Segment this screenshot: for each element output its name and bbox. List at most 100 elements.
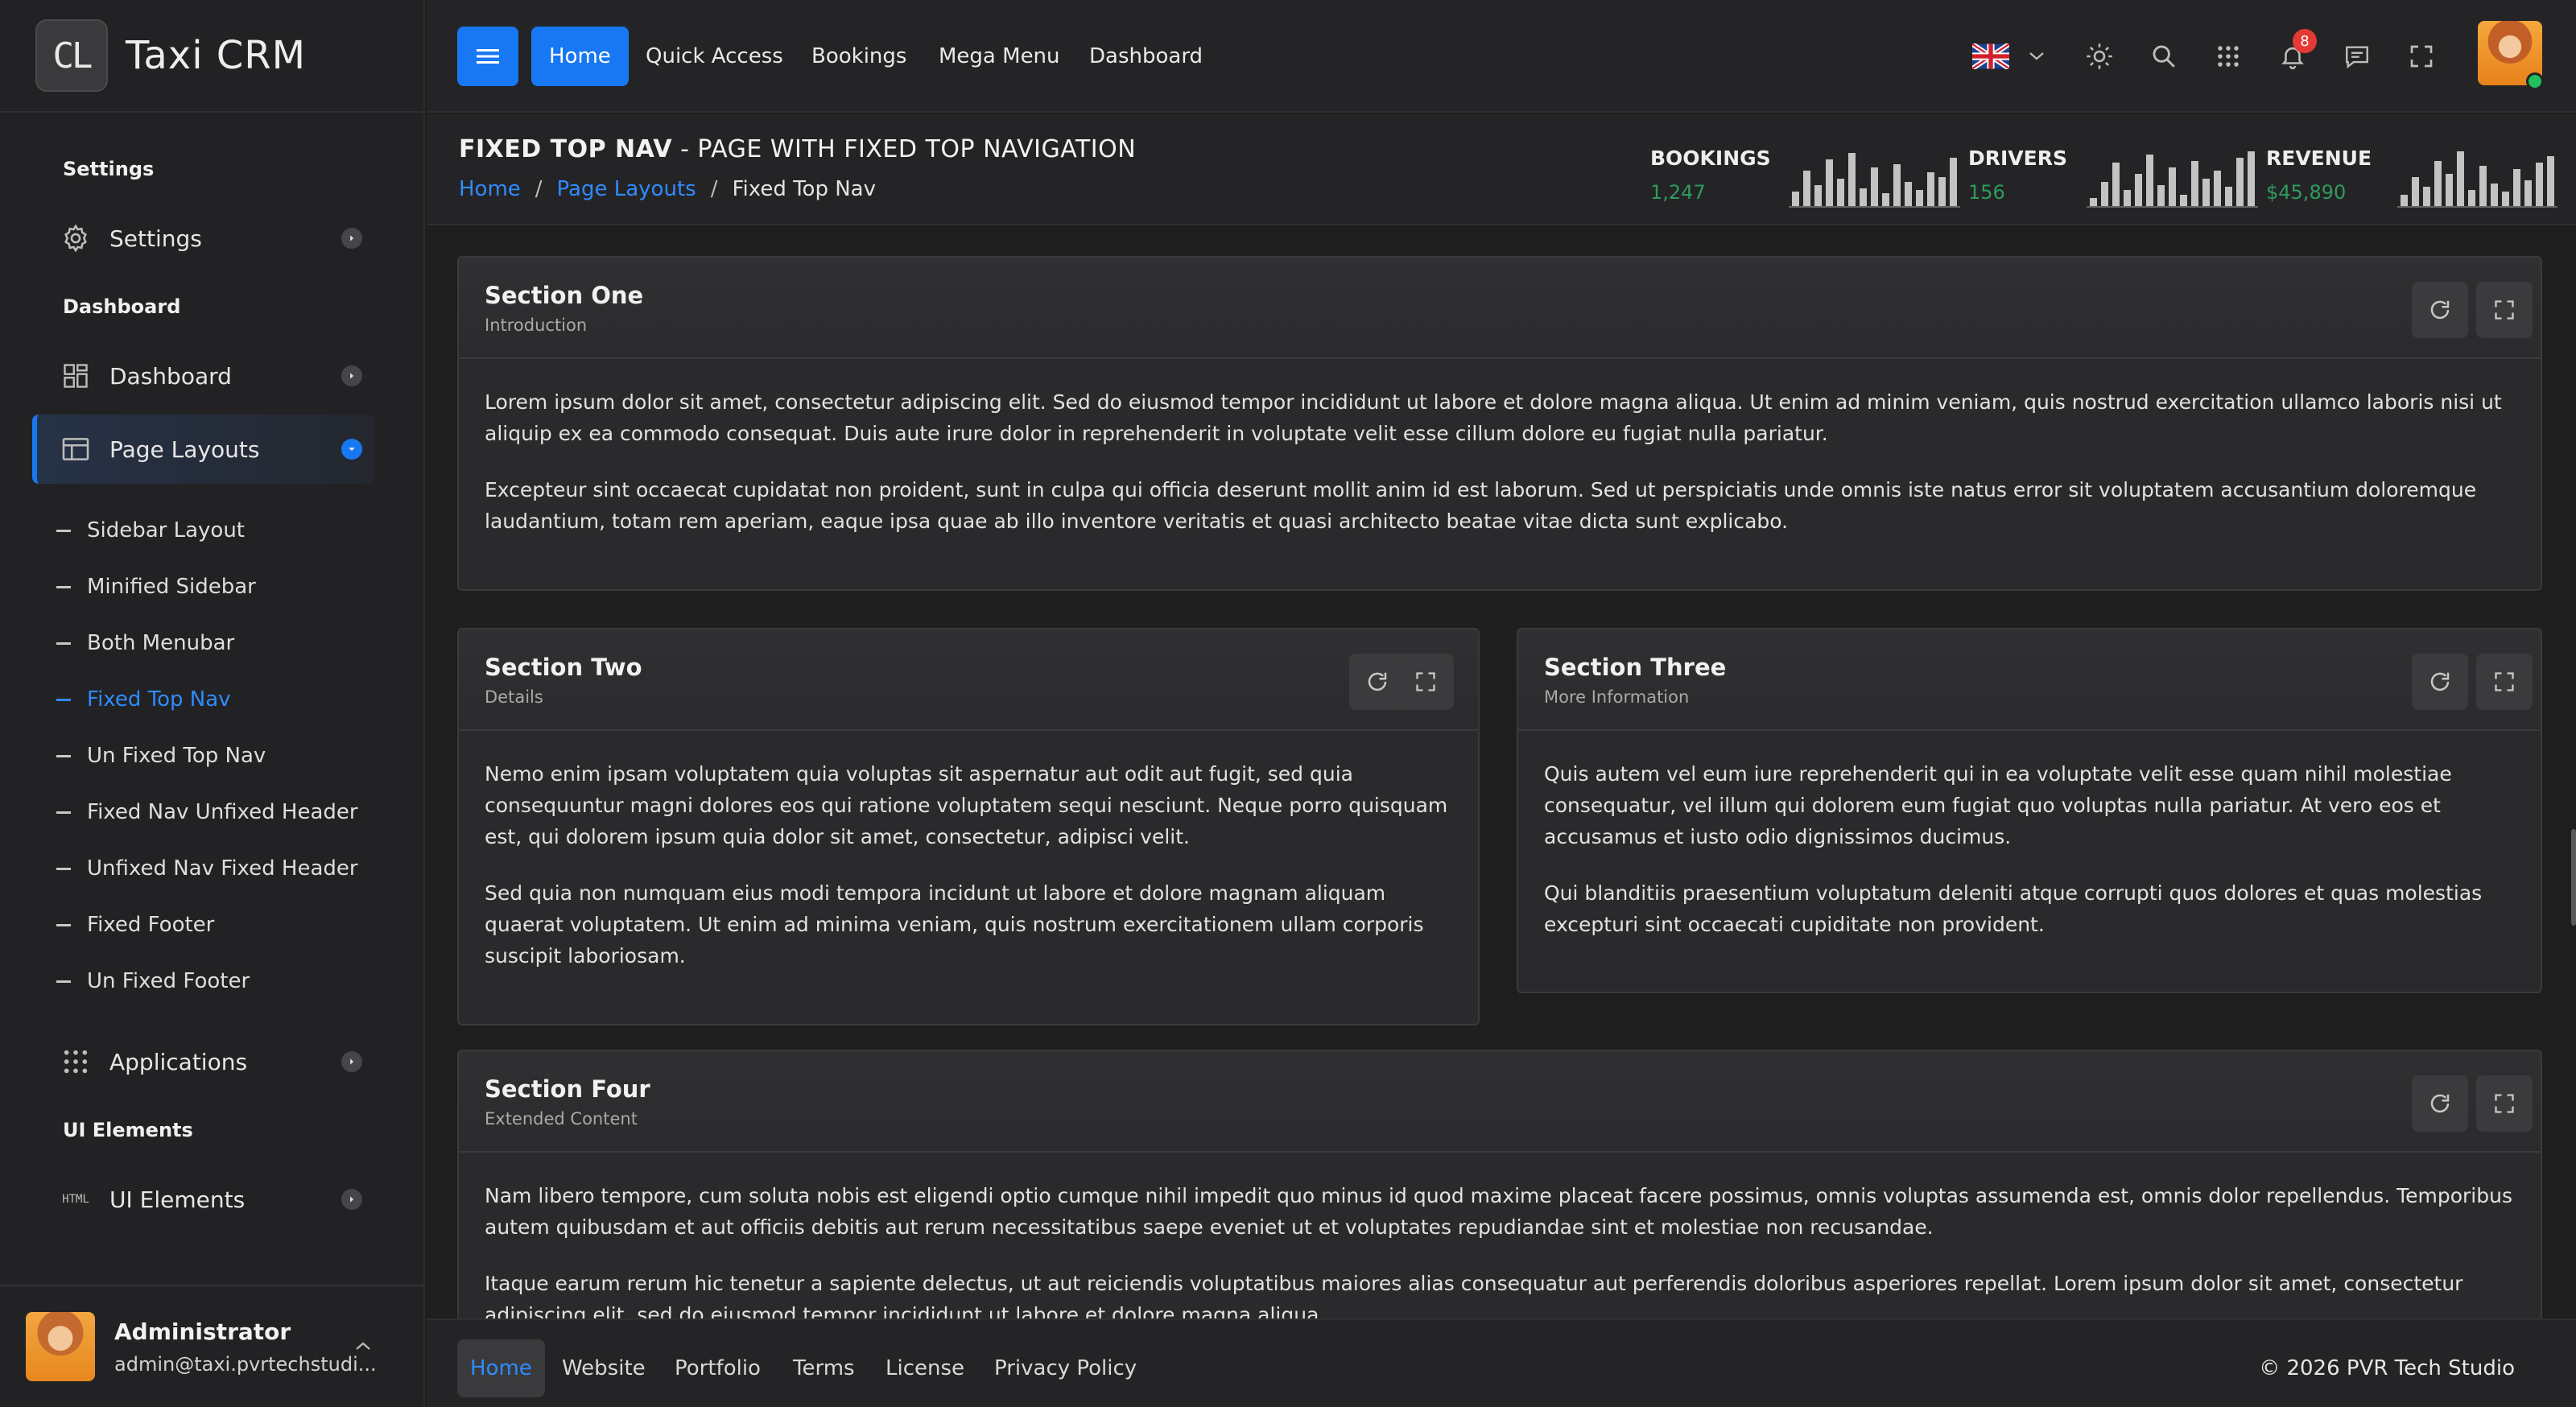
footer-link-privacy-policy[interactable]: Privacy Policy [994, 1339, 1137, 1397]
breadcrumb-home[interactable]: Home [459, 177, 521, 201]
card-subtitle: More Information [1544, 687, 1690, 707]
fullscreen-icon[interactable] [2405, 40, 2438, 72]
topnav-mega-menu[interactable]: Mega Menu [939, 27, 1060, 86]
expand-button[interactable] [2476, 654, 2533, 710]
breadcrumb: Home / Page Layouts / Fixed Top Nav [459, 177, 876, 201]
user-name: Administrator [114, 1318, 291, 1345]
footer-link-website[interactable]: Website [562, 1339, 646, 1397]
card-section-two: Section Two Details Nemo enim ipsam volu… [457, 628, 1480, 1025]
topbar: Home Quick Access Bookings Mega Menu Das… [427, 0, 2576, 113]
sidebar-subitem-un-fixed-top-nav[interactable]: Un Fixed Top Nav [56, 736, 266, 776]
brand-logo: CL [35, 19, 108, 92]
sidebar-subitem-minified-sidebar[interactable]: Minified Sidebar [56, 567, 256, 607]
expand-button[interactable] [2476, 282, 2533, 338]
stat-revenue: REVENUE $45,890 [2266, 146, 2372, 204]
brand-name: Taxi CRM [126, 33, 307, 78]
sidebar-subitem-un-fixed-footer[interactable]: Un Fixed Footer [56, 961, 250, 1001]
sidebar-subitem-fixed-nav-unfixed-header[interactable]: Fixed Nav Unfixed Header [56, 792, 358, 832]
card-header: Section Two Details [459, 629, 1478, 731]
chevron-right-icon [341, 228, 362, 249]
section-label-settings: Settings [63, 158, 155, 180]
sidebar-subitem-unfixed-nav-fixed-header[interactable]: Unfixed Nav Fixed Header [56, 848, 358, 889]
card-body: Nam libero tempore, cum soluta nobis est… [485, 1184, 2512, 1318]
card-body: Nemo enim ipsam voluptatem quia voluptas… [485, 762, 1448, 968]
chevron-right-icon [341, 1051, 362, 1072]
refresh-icon [1368, 672, 1387, 691]
section-label-ui-elements: UI Elements [63, 1119, 193, 1141]
footer-link-license[interactable]: License [886, 1339, 964, 1397]
avatar [26, 1312, 95, 1381]
sun-icon[interactable] [2083, 40, 2116, 72]
sidebar-item-ui-elements[interactable]: HTML UI Elements [32, 1165, 375, 1234]
layout-icon [60, 433, 92, 465]
sparkline-bookings [1789, 150, 1960, 208]
card-subtitle: Extended Content [485, 1109, 638, 1128]
footer: Home Website Portfolio Terms License Pri… [427, 1318, 2576, 1407]
menu-icon [477, 49, 499, 64]
topnav-quick-access[interactable]: Quick Access [646, 27, 783, 86]
sidebar-subitem-fixed-footer[interactable]: Fixed Footer [56, 905, 214, 945]
search-icon[interactable] [2148, 40, 2180, 72]
card-title: Section One [485, 282, 644, 309]
card-body: Lorem ipsum dolor sit amet, consectetur … [485, 390, 2502, 533]
page-header: FIXED TOP NAV - PAGE WITH FIXED TOP NAVI… [427, 114, 2576, 225]
sidebar-subitem-fixed-top-nav[interactable]: Fixed Top Nav [56, 679, 231, 720]
chevron-right-icon [341, 1189, 362, 1210]
sidebar-item-label: UI Elements [109, 1186, 246, 1213]
scrollbar[interactable] [2571, 829, 2576, 926]
stat-drivers: DRIVERS 156 [1968, 146, 2067, 204]
apps-grid-icon [60, 1046, 92, 1078]
footer-link-home[interactable]: Home [457, 1339, 545, 1397]
sidebar-item-applications[interactable]: Applications [32, 1027, 375, 1096]
expand-button[interactable] [1397, 654, 1454, 710]
sidebar-item-label: Applications [109, 1048, 248, 1075]
chat-icon[interactable] [2341, 40, 2373, 72]
card-section-three: Section Three More Information Quis aute… [1517, 628, 2542, 993]
sidebar-item-page-layouts[interactable]: Page Layouts [32, 415, 375, 484]
chevron-up-icon[interactable] [354, 1339, 372, 1355]
topnav-bookings[interactable]: Bookings [811, 27, 906, 86]
apps-grid-icon[interactable] [2212, 40, 2244, 72]
section-label-dashboard: Dashboard [63, 295, 181, 318]
breadcrumb-current: Fixed Top Nav [732, 177, 876, 201]
brand[interactable]: CL Taxi CRM [0, 0, 423, 113]
topnav-home[interactable]: Home [531, 27, 629, 86]
sidebar-item-settings[interactable]: Settings [32, 204, 375, 273]
sidebar-item-label: Dashboard [109, 362, 232, 390]
sidebar: CL Taxi CRM Settings Settings Dashboard … [0, 0, 425, 1407]
refresh-icon [2430, 672, 2450, 691]
html-icon: HTML [62, 1193, 89, 1206]
footer-link-portfolio[interactable]: Portfolio [675, 1339, 761, 1397]
card-section-four: Section Four Extended Content Nam libero… [457, 1050, 2542, 1318]
online-status-dot [2526, 72, 2544, 90]
gear-icon [60, 222, 92, 254]
page-title: FIXED TOP NAV - PAGE WITH FIXED TOP NAVI… [459, 135, 1137, 163]
sidebar-item-dashboard[interactable]: Dashboard [32, 341, 375, 411]
topnav-dashboard[interactable]: Dashboard [1089, 27, 1203, 86]
refresh-icon [2430, 1094, 2450, 1113]
refresh-button[interactable] [2412, 1075, 2468, 1132]
stat-bookings: BOOKINGS 1,247 [1650, 146, 1771, 204]
menu-toggle-button[interactable] [457, 27, 518, 86]
sparkline-revenue [2397, 150, 2557, 208]
breadcrumb-page-layouts[interactable]: Page Layouts [557, 177, 696, 201]
user-profile[interactable]: Administrator admin@taxi.pvrtechstudi... [0, 1285, 423, 1407]
card-body: Quis autem vel eum iure reprehenderit qu… [1544, 762, 2483, 936]
card-title: Section Four [485, 1075, 650, 1103]
dashboard-icon [60, 360, 92, 392]
fullscreen-icon [2495, 1094, 2514, 1113]
card-section-one: Section One Introduction Lorem ipsum dol… [457, 256, 2542, 591]
chevron-down-icon[interactable] [2021, 40, 2053, 72]
refresh-icon [2430, 300, 2450, 320]
chevron-down-icon [341, 439, 362, 460]
copyright: © 2026 PVR Tech Studio [2259, 1356, 2515, 1380]
expand-button[interactable] [2476, 1075, 2533, 1132]
card-subtitle: Details [485, 687, 543, 707]
sidebar-subitem-sidebar-layout[interactable]: Sidebar Layout [56, 510, 245, 551]
sidebar-subitem-both-menubar[interactable]: Both Menubar [56, 623, 234, 663]
uk-flag-icon[interactable] [1971, 40, 2011, 72]
footer-link-terms[interactable]: Terms [793, 1339, 855, 1397]
refresh-button[interactable] [2412, 654, 2468, 710]
fullscreen-icon [1416, 672, 1435, 691]
refresh-button[interactable] [2412, 282, 2468, 338]
